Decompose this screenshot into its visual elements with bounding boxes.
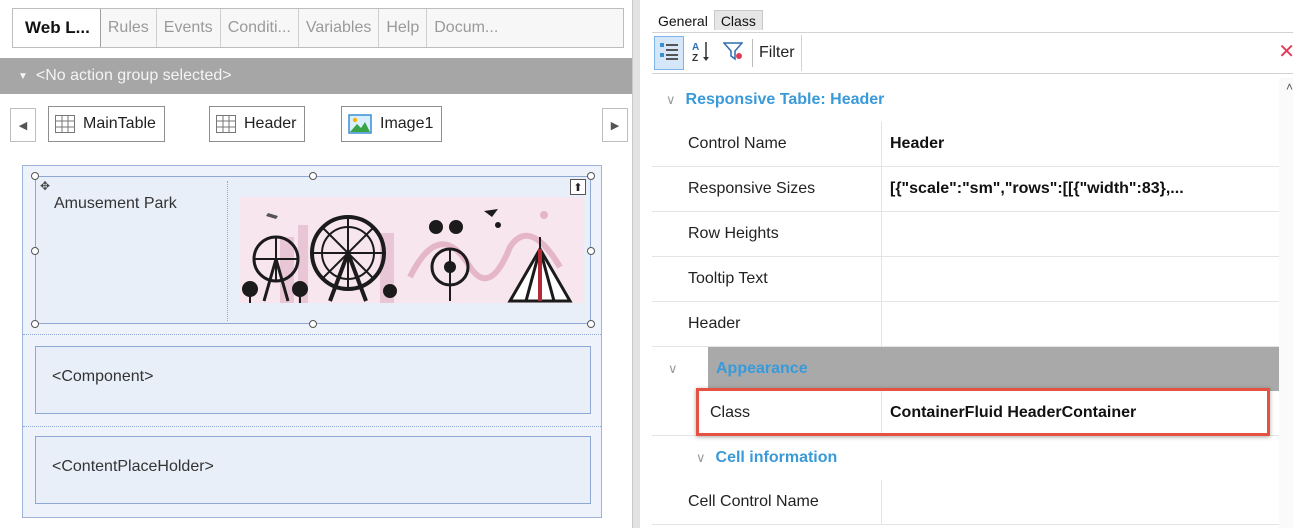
content-placeholder-container[interactable]: <ContentPlaceHolder> — [35, 436, 591, 504]
property-value[interactable] — [882, 302, 1279, 346]
tab-rules[interactable]: Rules — [101, 9, 157, 47]
section-title: Responsive Table: Header — [685, 91, 885, 108]
resize-handle[interactable] — [587, 172, 595, 180]
categorized-view-button[interactable] — [654, 36, 684, 70]
categorized-icon — [659, 41, 679, 66]
property-value-class[interactable]: ContainerFluid HeaderContainer — [882, 391, 1279, 435]
property-value[interactable] — [882, 480, 1279, 524]
property-name: Responsive Sizes — [652, 167, 882, 211]
amusement-park-illustration — [240, 197, 584, 303]
resize-handle[interactable] — [31, 320, 39, 328]
section-header-responsive-table[interactable]: ∨ Responsive Table: Header — [652, 78, 1279, 122]
resize-handle[interactable] — [587, 247, 595, 255]
chevron-down-icon: ∨ — [668, 361, 678, 376]
properties-scrollbar[interactable]: ˄ — [1279, 78, 1293, 528]
toolbar-divider — [752, 39, 753, 67]
panel-splitter[interactable] — [632, 0, 640, 528]
amusement-park-image[interactable] — [240, 197, 584, 303]
resize-handle[interactable] — [309, 172, 317, 180]
section-title: Cell information — [715, 449, 838, 466]
filter-label: Filter — [759, 44, 795, 61]
header-table[interactable]: ✥ ⬆ Amusement Park — [31, 172, 595, 328]
layout-designer-canvas[interactable]: ✥ ⬆ Amusement Park <Component> <ContentP… — [22, 165, 602, 518]
property-value[interactable] — [882, 212, 1279, 256]
tab-variables[interactable]: Variables — [299, 9, 380, 47]
tab-events[interactable]: Events — [157, 9, 221, 47]
breadcrumb-next-button[interactable]: ▶ — [602, 108, 628, 142]
resize-handle[interactable] — [31, 247, 39, 255]
property-value[interactable]: [{"scale":"sm","rows":[[{"width":83},... — [882, 167, 1279, 211]
breadcrumb-label: Image1 — [380, 115, 434, 132]
chevron-right-icon: ▶ — [610, 119, 620, 132]
property-value[interactable] — [882, 257, 1279, 301]
close-icon[interactable]: ✕ — [1278, 42, 1293, 62]
content-placeholder-text: <ContentPlaceHolder> — [52, 458, 214, 475]
tab-class[interactable]: Class — [713, 10, 763, 30]
sort-az-icon: AZ — [691, 40, 711, 67]
property-name: Tooltip Text — [652, 257, 882, 301]
funnel-icon — [722, 41, 744, 66]
properties-toolbar: AZ Filter ✕ — [652, 32, 1293, 74]
chevron-down-icon: ∨ — [666, 92, 676, 107]
breadcrumb-item-image1[interactable]: Image1 — [341, 106, 443, 142]
component-placeholder-text: <Component> — [52, 368, 154, 385]
property-name: Class — [652, 391, 882, 435]
scroll-up-icon[interactable]: ˄ — [1286, 80, 1293, 94]
property-name: Cell Control Name — [652, 480, 882, 524]
filter-toggle-button[interactable] — [718, 36, 748, 70]
chevron-left-icon: ◀ — [18, 119, 28, 132]
svg-text:A: A — [692, 42, 699, 53]
header-title-cell[interactable]: Amusement Park — [40, 181, 228, 321]
section-header-appearance[interactable]: ∨ Appearance — [668, 347, 1279, 391]
tab-documentation[interactable]: Docum... — [427, 9, 505, 47]
row-divider — [23, 426, 601, 427]
properties-panel: General Class AZ Filter ✕ ∨ Responsive T… — [640, 0, 1293, 528]
breadcrumb-prev-button[interactable]: ◀ — [10, 108, 36, 142]
web-layout-panel: Web L... Rules Events Conditi... Variabl… — [0, 0, 640, 528]
component-container[interactable]: <Component> — [35, 346, 591, 414]
svg-text:Z: Z — [692, 53, 698, 62]
breadcrumb-item-header[interactable]: Header — [209, 106, 306, 142]
property-grid: ∨ Responsive Table: Header Control Name … — [652, 78, 1279, 525]
tab-conditions[interactable]: Conditi... — [221, 9, 299, 47]
control-breadcrumb: ◀ MainTable Header Image1 ▶ — [0, 102, 632, 146]
properties-tabs: General Class — [654, 6, 763, 30]
section-header-cell-information[interactable]: ∨ Cell information — [652, 436, 1279, 480]
filter-input[interactable] — [800, 35, 1293, 71]
image-icon — [348, 114, 372, 134]
breadcrumb-item-maintable[interactable]: MainTable — [48, 106, 165, 142]
property-name: Header — [652, 302, 882, 346]
arrow-up-icon: ⬆ — [573, 181, 583, 194]
tab-general[interactable]: General — [654, 11, 714, 30]
row-divider — [23, 334, 601, 335]
chevron-down-icon: ∨ — [696, 450, 706, 465]
breadcrumb-label: Header — [244, 115, 297, 132]
property-row[interactable]: Cell Control Name — [652, 480, 1279, 525]
property-name: Control Name — [652, 122, 882, 166]
action-group-bar[interactable]: ▼ <No action group selected> — [0, 58, 632, 94]
tab-web-layout[interactable]: Web L... — [13, 9, 101, 47]
dropdown-caret-icon: ▼ — [18, 70, 28, 82]
header-title-text: Amusement Park — [54, 195, 177, 212]
resize-handle[interactable] — [587, 320, 595, 328]
property-row[interactable]: Header — [652, 302, 1279, 347]
table-icon — [55, 115, 75, 133]
property-row-class[interactable]: Class ContainerFluid HeaderContainer — [652, 388, 1279, 436]
property-row[interactable]: Control Name Header — [652, 122, 1279, 167]
breadcrumb-label: MainTable — [83, 115, 156, 132]
select-parent-button[interactable]: ⬆ — [570, 179, 586, 195]
property-value[interactable]: Header — [882, 122, 1279, 166]
resize-handle[interactable] — [309, 320, 317, 328]
editor-tabstrip: Web L... Rules Events Conditi... Variabl… — [12, 8, 624, 48]
tab-help[interactable]: Help — [379, 9, 428, 47]
sort-alphabetical-button[interactable]: AZ — [686, 36, 716, 70]
section-title: Appearance — [716, 360, 808, 377]
table-icon — [216, 115, 236, 133]
property-name: Row Heights — [652, 212, 882, 256]
property-row[interactable]: Responsive Sizes [{"scale":"sm","rows":[… — [652, 167, 1279, 212]
action-group-label: <No action group selected> — [35, 67, 232, 84]
property-row[interactable]: Tooltip Text — [652, 257, 1279, 302]
resize-handle[interactable] — [31, 172, 39, 180]
property-row[interactable]: Row Heights — [652, 212, 1279, 257]
